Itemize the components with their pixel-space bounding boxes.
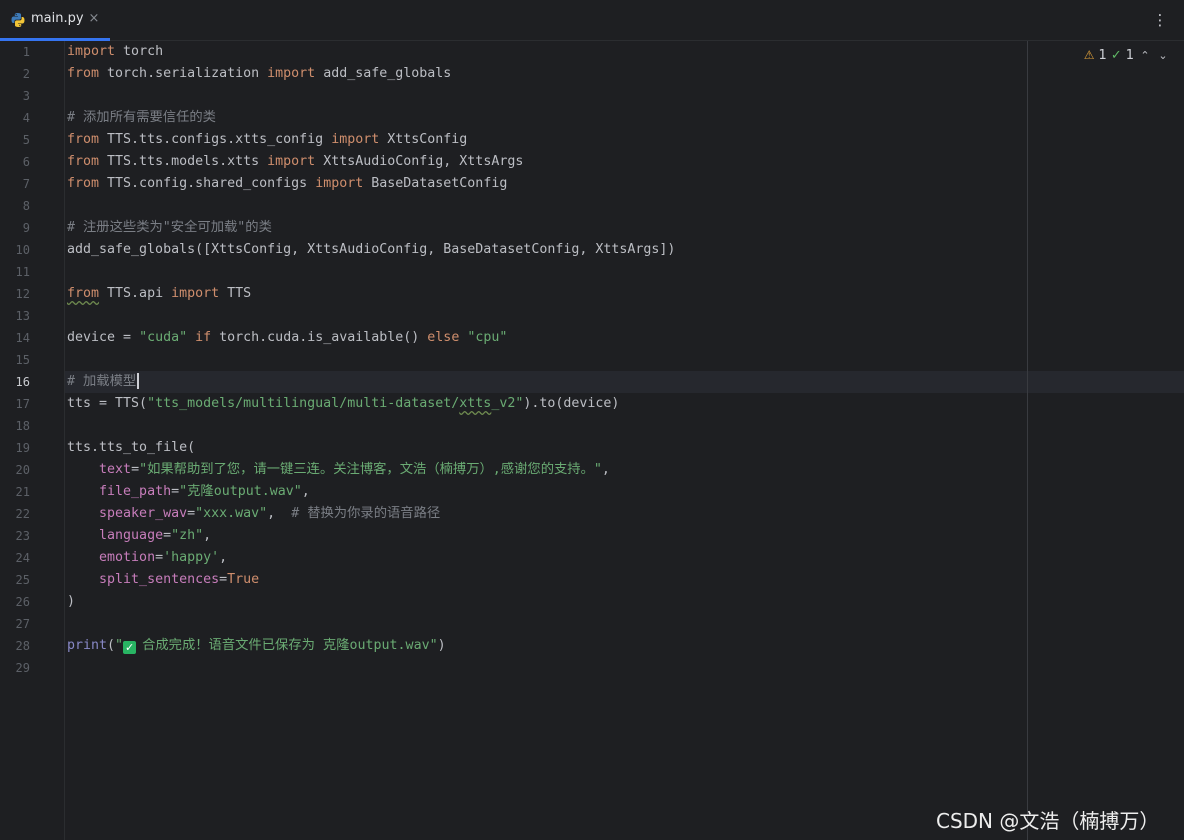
code-line-2: from torch.serialization import add_safe… (67, 66, 452, 81)
chevron-up-icon[interactable]: ⌃ (1138, 49, 1152, 62)
line-number: 8 (22, 199, 30, 213)
code-line-28: print(" ✓ 合成完成！语音文件已保存为 克隆output.wav") (67, 638, 446, 654)
code-line-6: from TTS.tts.models.xtts import XttsAudi… (67, 154, 524, 169)
check-icon: ✓ (1110, 47, 1122, 63)
line-number: 11 (15, 265, 30, 279)
line-number: 13 (15, 309, 30, 323)
code-editor[interactable]: 1 2 3 4 5 6 7 8 9 10 11 12 13 14 15 16 17 18 19 20 21 22 23 24 2… (0, 41, 1184, 840)
chevron-down-icon[interactable]: ⌄ (1156, 49, 1170, 62)
python-file-icon (11, 13, 25, 27)
code-line-22: speaker_wav="xxx.wav", # 替换为你录的语音路径 (99, 506, 441, 521)
code-line-26: ) (67, 594, 76, 609)
line-number: 7 (22, 177, 30, 191)
text-caret (137, 373, 140, 389)
tab-filename: main.py (31, 11, 84, 26)
code-line-12: from TTS.api import TTS (67, 286, 252, 301)
close-icon[interactable]: × (87, 10, 101, 28)
code-line-7: from TTS.config.shared_configs import Ba… (67, 176, 508, 191)
code-line-17: tts = TTS("tts_models/multilingual/multi… (67, 396, 620, 411)
code-line-9: # 注册这些类为"安全可加载"的类 (67, 220, 272, 235)
code-line-23: language="zh", (99, 528, 212, 543)
line-number: 4 (22, 111, 30, 125)
code-line-24: emotion='happy', (99, 550, 228, 565)
line-number: 23 (15, 529, 30, 543)
code-line-4: # 添加所有需要信任的类 (67, 110, 216, 125)
line-number: 25 (15, 573, 30, 587)
inspection-widget[interactable]: ⚠ 1 ✓ 1 ⌃ ⌄ (1084, 47, 1170, 63)
warning-count: 1 (1098, 47, 1107, 63)
line-number: 19 (15, 441, 30, 455)
line-number: 12 (15, 287, 30, 301)
code-line-20: text="如果帮助到了您，请一键三连。关注博客，文浩（楠搏万）,感谢您的支持。… (99, 462, 610, 477)
line-number: 5 (22, 133, 30, 147)
line-number: 24 (15, 551, 30, 565)
warning-icon: ⚠ (1083, 48, 1095, 62)
line-number: 21 (15, 485, 30, 499)
watermark: CSDN @文浩（楠搏万） (936, 809, 1160, 833)
code-line-10: add_safe_globals([XttsConfig, XttsAudioC… (67, 242, 676, 257)
code-line-14: device = "cuda" if torch.cuda.is_availab… (67, 330, 508, 345)
tab-main-py[interactable]: main.py × (0, 0, 110, 41)
line-number: 3 (22, 89, 30, 103)
check-mark-icon: ✓ (123, 641, 137, 654)
code-line-25: split_sentences=True (99, 572, 260, 587)
line-number: 18 (15, 419, 30, 433)
line-number: 22 (15, 507, 30, 521)
line-number: 16 (15, 375, 30, 389)
line-number: 20 (15, 463, 30, 477)
code-line-21: file_path="克隆output.wav", (99, 484, 310, 499)
line-number: 10 (15, 243, 30, 257)
line-number: 29 (15, 661, 30, 675)
line-number: 14 (15, 331, 30, 345)
current-line-highlight (0, 371, 1184, 393)
line-number: 6 (22, 155, 30, 169)
ok-count: 1 (1125, 47, 1134, 63)
line-number: 15 (15, 353, 30, 367)
right-margin-guide (1027, 41, 1028, 840)
line-number: 17 (15, 397, 30, 411)
line-number: 28 (15, 639, 30, 653)
line-number-gutter: 1 2 3 4 5 6 7 8 9 10 11 12 13 14 15 16 17 18 19 20 21 22 23 24 2… (0, 41, 65, 840)
line-number: 26 (15, 595, 30, 609)
editor-tab-bar: main.py × ⋮ (0, 0, 1184, 41)
code-line-19: tts.tts_to_file( (67, 440, 196, 455)
line-number: 1 (22, 45, 30, 59)
line-number: 27 (15, 617, 30, 631)
more-options-icon[interactable]: ⋮ (1152, 10, 1168, 30)
line-number: 9 (22, 221, 30, 235)
line-number: 2 (22, 67, 30, 81)
code-line-1: import torch (67, 44, 164, 59)
code-line-16: # 加载模型 (67, 371, 140, 393)
code-line-5: from TTS.tts.configs.xtts_config import … (67, 132, 468, 147)
